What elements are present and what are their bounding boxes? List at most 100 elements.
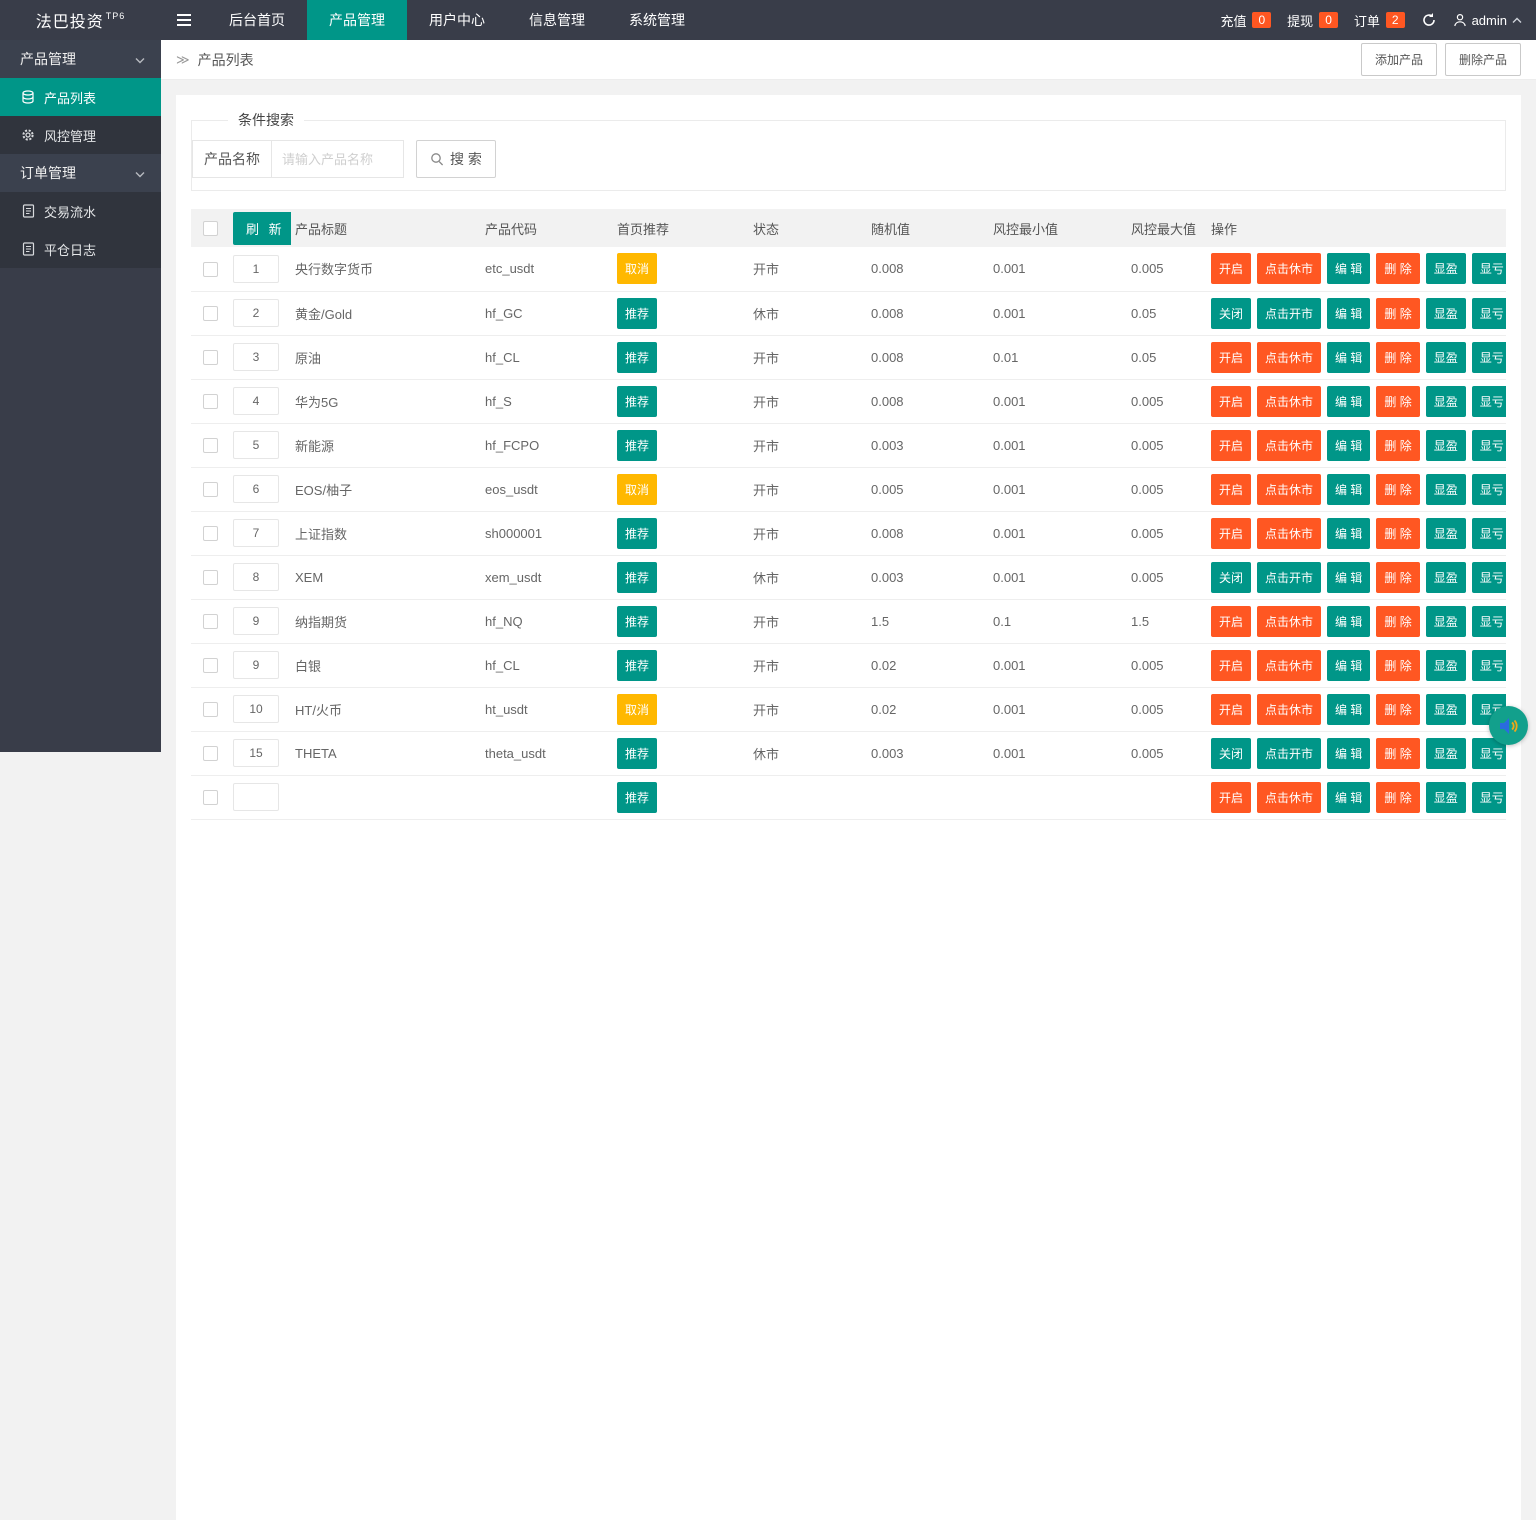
- action-button-0[interactable]: 开启: [1211, 474, 1251, 505]
- select-all-checkbox[interactable]: [203, 221, 218, 236]
- action-button-3[interactable]: 删 除: [1376, 518, 1419, 549]
- action-button-4[interactable]: 显盈: [1426, 386, 1466, 417]
- sidebar-item-4[interactable]: 交易流水: [0, 192, 161, 230]
- row-checkbox[interactable]: [203, 658, 218, 673]
- user-menu[interactable]: admin: [1453, 13, 1522, 28]
- action-button-5[interactable]: 显亏: [1472, 298, 1506, 329]
- quick-link-0[interactable]: 充值0: [1220, 11, 1271, 30]
- action-button-2[interactable]: 编 辑: [1327, 562, 1370, 593]
- action-button-2[interactable]: 编 辑: [1327, 430, 1370, 461]
- recommend-badge[interactable]: 推荐: [617, 606, 657, 637]
- sort-input[interactable]: [233, 255, 279, 283]
- action-button-0[interactable]: 关闭: [1211, 298, 1251, 329]
- recommend-badge[interactable]: 推荐: [617, 738, 657, 769]
- recommend-badge[interactable]: 推荐: [617, 342, 657, 373]
- row-checkbox[interactable]: [203, 790, 218, 805]
- action-button-0[interactable]: 开启: [1211, 650, 1251, 681]
- row-checkbox[interactable]: [203, 614, 218, 629]
- sort-input[interactable]: [233, 519, 279, 547]
- row-checkbox[interactable]: [203, 570, 218, 585]
- action-button-3[interactable]: 删 除: [1376, 606, 1419, 637]
- action-button-4[interactable]: 显盈: [1426, 562, 1466, 593]
- row-checkbox[interactable]: [203, 350, 218, 365]
- sort-input[interactable]: [233, 651, 279, 679]
- row-checkbox[interactable]: [203, 526, 218, 541]
- action-button-5[interactable]: 显亏: [1472, 562, 1506, 593]
- action-button-1[interactable]: 点击休市: [1257, 253, 1321, 284]
- action-button-4[interactable]: 显盈: [1426, 430, 1466, 461]
- sidebar-item-5[interactable]: 平仓日志: [0, 230, 161, 268]
- action-button-1[interactable]: 点击开市: [1257, 562, 1321, 593]
- action-button-1[interactable]: 点击休市: [1257, 430, 1321, 461]
- action-button-5[interactable]: 显亏: [1472, 253, 1506, 284]
- sort-input[interactable]: [233, 387, 279, 415]
- action-button-3[interactable]: 删 除: [1376, 474, 1419, 505]
- action-button-4[interactable]: 显盈: [1426, 298, 1466, 329]
- recommend-badge[interactable]: 取消: [617, 253, 657, 284]
- action-button-1[interactable]: 点击休市: [1257, 518, 1321, 549]
- quick-link-1[interactable]: 提现0: [1287, 11, 1338, 30]
- action-button-3[interactable]: 删 除: [1376, 650, 1419, 681]
- nav-item-4[interactable]: 系统管理: [607, 0, 707, 40]
- action-button-1[interactable]: 点击休市: [1257, 342, 1321, 373]
- sidebar-item-1[interactable]: 产品列表: [0, 78, 161, 116]
- action-button-0[interactable]: 开启: [1211, 386, 1251, 417]
- action-button-4[interactable]: 显盈: [1426, 606, 1466, 637]
- row-checkbox[interactable]: [203, 482, 218, 497]
- action-button-3[interactable]: 删 除: [1376, 253, 1419, 284]
- action-button-1[interactable]: 点击休市: [1257, 694, 1321, 725]
- action-button-2[interactable]: 编 辑: [1327, 298, 1370, 329]
- sound-toggle-button[interactable]: [1489, 706, 1528, 745]
- sort-input[interactable]: [233, 343, 279, 371]
- action-button-5[interactable]: 显亏: [1472, 518, 1506, 549]
- row-checkbox[interactable]: [203, 438, 218, 453]
- row-checkbox[interactable]: [203, 746, 218, 761]
- recommend-badge[interactable]: 推荐: [617, 518, 657, 549]
- action-button-2[interactable]: 编 辑: [1327, 650, 1370, 681]
- recommend-badge[interactable]: 推荐: [617, 386, 657, 417]
- recommend-badge[interactable]: 推荐: [617, 782, 657, 813]
- action-button-3[interactable]: 删 除: [1376, 694, 1419, 725]
- nav-item-0[interactable]: 后台首页: [207, 0, 307, 40]
- add-product-button[interactable]: 添加产品: [1361, 43, 1437, 76]
- row-checkbox[interactable]: [203, 702, 218, 717]
- sidebar-item-2[interactable]: 风控管理: [0, 116, 161, 154]
- action-button-4[interactable]: 显盈: [1426, 694, 1466, 725]
- action-button-5[interactable]: 显亏: [1472, 650, 1506, 681]
- quick-link-2[interactable]: 订单2: [1354, 11, 1405, 30]
- action-button-4[interactable]: 显盈: [1426, 474, 1466, 505]
- recommend-badge[interactable]: 推荐: [617, 430, 657, 461]
- action-button-3[interactable]: 删 除: [1376, 386, 1419, 417]
- refresh-button[interactable]: 刷 新: [233, 212, 291, 245]
- recommend-badge[interactable]: 推荐: [617, 562, 657, 593]
- sort-input[interactable]: [233, 783, 279, 811]
- action-button-0[interactable]: 关闭: [1211, 738, 1251, 769]
- sort-input[interactable]: [233, 431, 279, 459]
- sort-input[interactable]: [233, 607, 279, 635]
- action-button-4[interactable]: 显盈: [1426, 738, 1466, 769]
- sidebar-group-0[interactable]: 产品管理: [0, 40, 161, 78]
- action-button-5[interactable]: 显亏: [1472, 474, 1506, 505]
- action-button-2[interactable]: 编 辑: [1327, 253, 1370, 284]
- row-checkbox[interactable]: [203, 394, 218, 409]
- row-checkbox[interactable]: [203, 262, 218, 277]
- sort-input[interactable]: [233, 299, 279, 327]
- sort-input[interactable]: [233, 563, 279, 591]
- action-button-3[interactable]: 删 除: [1376, 298, 1419, 329]
- action-button-5[interactable]: 显亏: [1472, 430, 1506, 461]
- action-button-2[interactable]: 编 辑: [1327, 474, 1370, 505]
- sort-input[interactable]: [233, 475, 279, 503]
- action-button-0[interactable]: 开启: [1211, 606, 1251, 637]
- action-button-0[interactable]: 开启: [1211, 694, 1251, 725]
- recommend-badge[interactable]: 取消: [617, 474, 657, 505]
- sidebar-group-3[interactable]: 订单管理: [0, 154, 161, 192]
- action-button-3[interactable]: 删 除: [1376, 738, 1419, 769]
- search-button[interactable]: 搜 索: [416, 140, 496, 178]
- menu-toggle-icon[interactable]: [161, 0, 207, 40]
- action-button-4[interactable]: 显盈: [1426, 342, 1466, 373]
- action-button-0[interactable]: 关闭: [1211, 562, 1251, 593]
- action-button-0[interactable]: 开启: [1211, 253, 1251, 284]
- nav-item-3[interactable]: 信息管理: [507, 0, 607, 40]
- row-checkbox[interactable]: [203, 306, 218, 321]
- action-button-3[interactable]: 删 除: [1376, 430, 1419, 461]
